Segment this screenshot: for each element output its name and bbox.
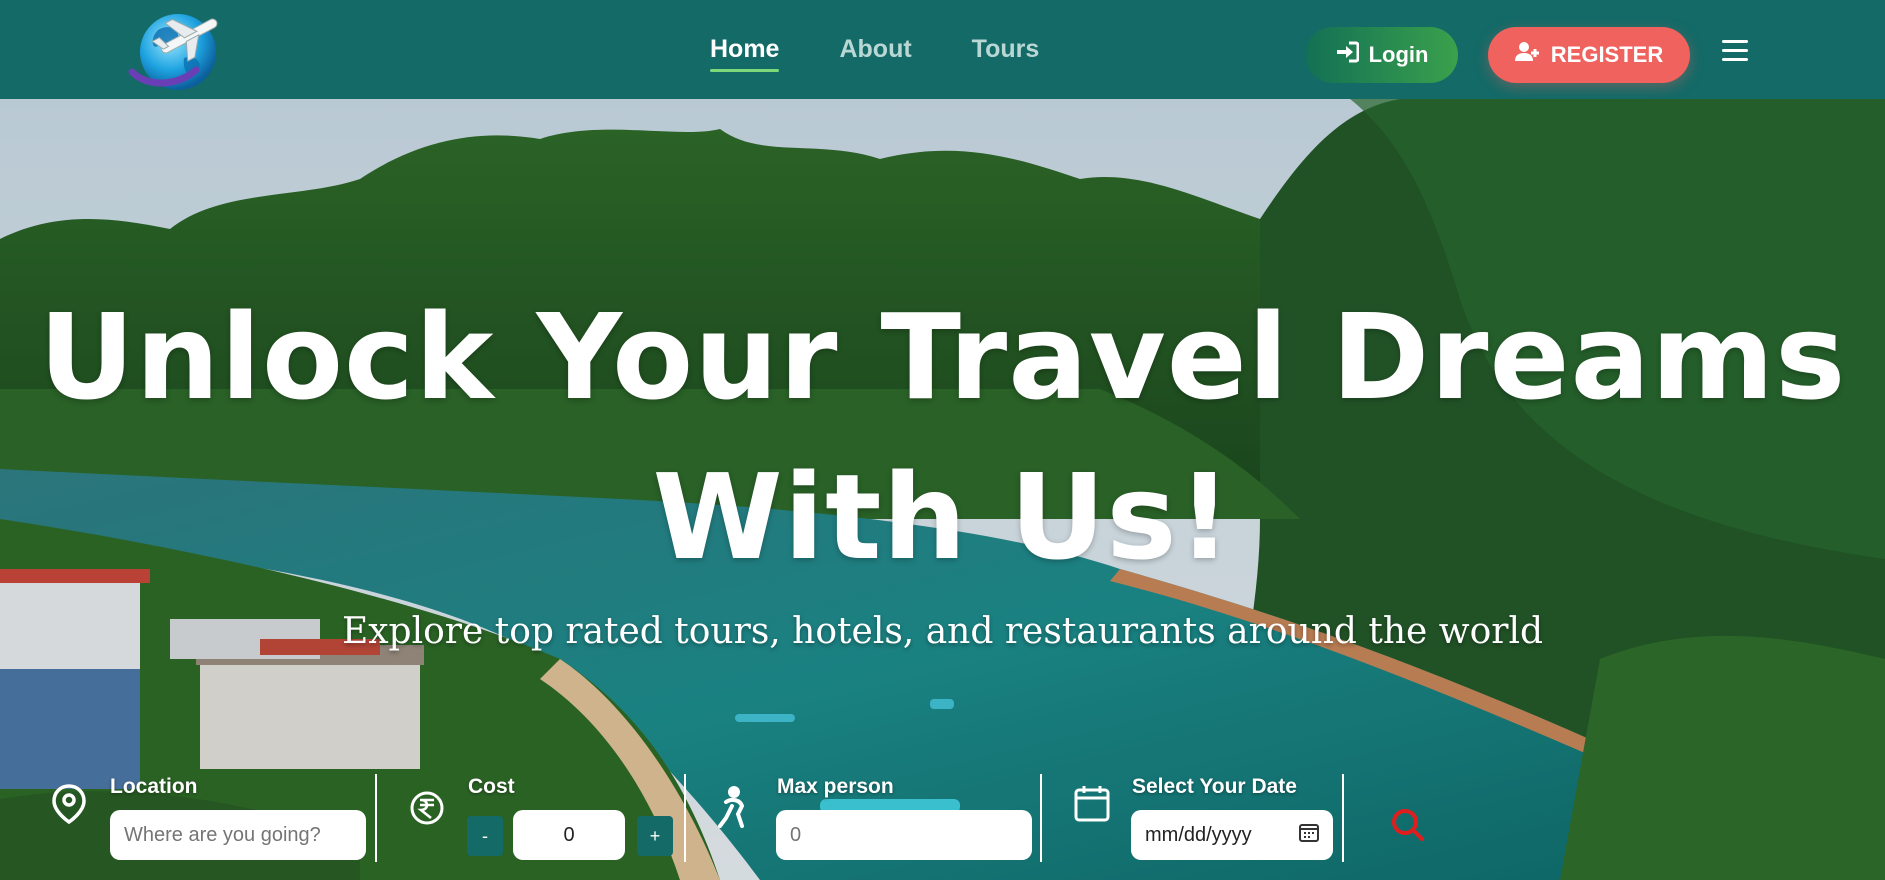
date-label: Select Your Date (1132, 775, 1297, 798)
cost-decrement-button[interactable]: - (467, 816, 503, 856)
login-label: Login (1368, 42, 1429, 67)
date-input[interactable]: mm/dd/yyyy (1131, 810, 1333, 860)
search-icon[interactable] (1391, 808, 1425, 847)
max-person-label: Max person (777, 775, 894, 798)
nav-home-link[interactable]: Home (710, 35, 780, 72)
search-divider (375, 774, 377, 862)
search-divider (1342, 774, 1344, 862)
register-button[interactable]: REGISTER (1488, 27, 1690, 83)
date-placeholder: mm/dd/yyyy (1145, 823, 1252, 846)
hero-title: Unlock Your Travel Dreams With Us! (0, 277, 1885, 597)
globe-airplane-logo[interactable] (128, 10, 236, 92)
cost-value-field[interactable]: 0 (513, 810, 625, 860)
main-nav: Home About Tours (710, 0, 1039, 99)
hero-title-line2: With Us! (652, 448, 1233, 586)
hero-subtitle: Explore top rated tours, hotels, and res… (341, 611, 1544, 652)
navbar: Home About Tours Login REGISTER (0, 0, 1885, 99)
cost-label: Cost (468, 775, 515, 798)
location-label: Location (110, 775, 198, 798)
calendar-picker-icon[interactable] (1299, 822, 1319, 848)
search-divider (1040, 774, 1042, 862)
hero-title-line1: Unlock Your Travel Dreams (38, 288, 1847, 426)
map-pin-icon (52, 784, 86, 829)
user-plus-icon (1514, 42, 1541, 68)
hamburger-menu-icon[interactable] (1722, 40, 1748, 62)
calendar-icon (1074, 784, 1110, 827)
cost-increment-button[interactable]: + (637, 816, 673, 856)
nav-tours-link[interactable]: Tours (972, 35, 1040, 64)
sign-in-icon (1335, 41, 1360, 69)
nav-about-link[interactable]: About (839, 35, 911, 64)
rupee-icon (409, 790, 445, 831)
max-person-input[interactable] (776, 810, 1032, 860)
register-label: REGISTER (1550, 42, 1664, 67)
person-icon (712, 784, 752, 833)
search-bar: Location Cost - 0 + Max person Select Yo… (0, 760, 1885, 880)
search-divider (684, 774, 686, 862)
login-button[interactable]: Login (1305, 27, 1458, 83)
location-input[interactable] (110, 810, 366, 860)
